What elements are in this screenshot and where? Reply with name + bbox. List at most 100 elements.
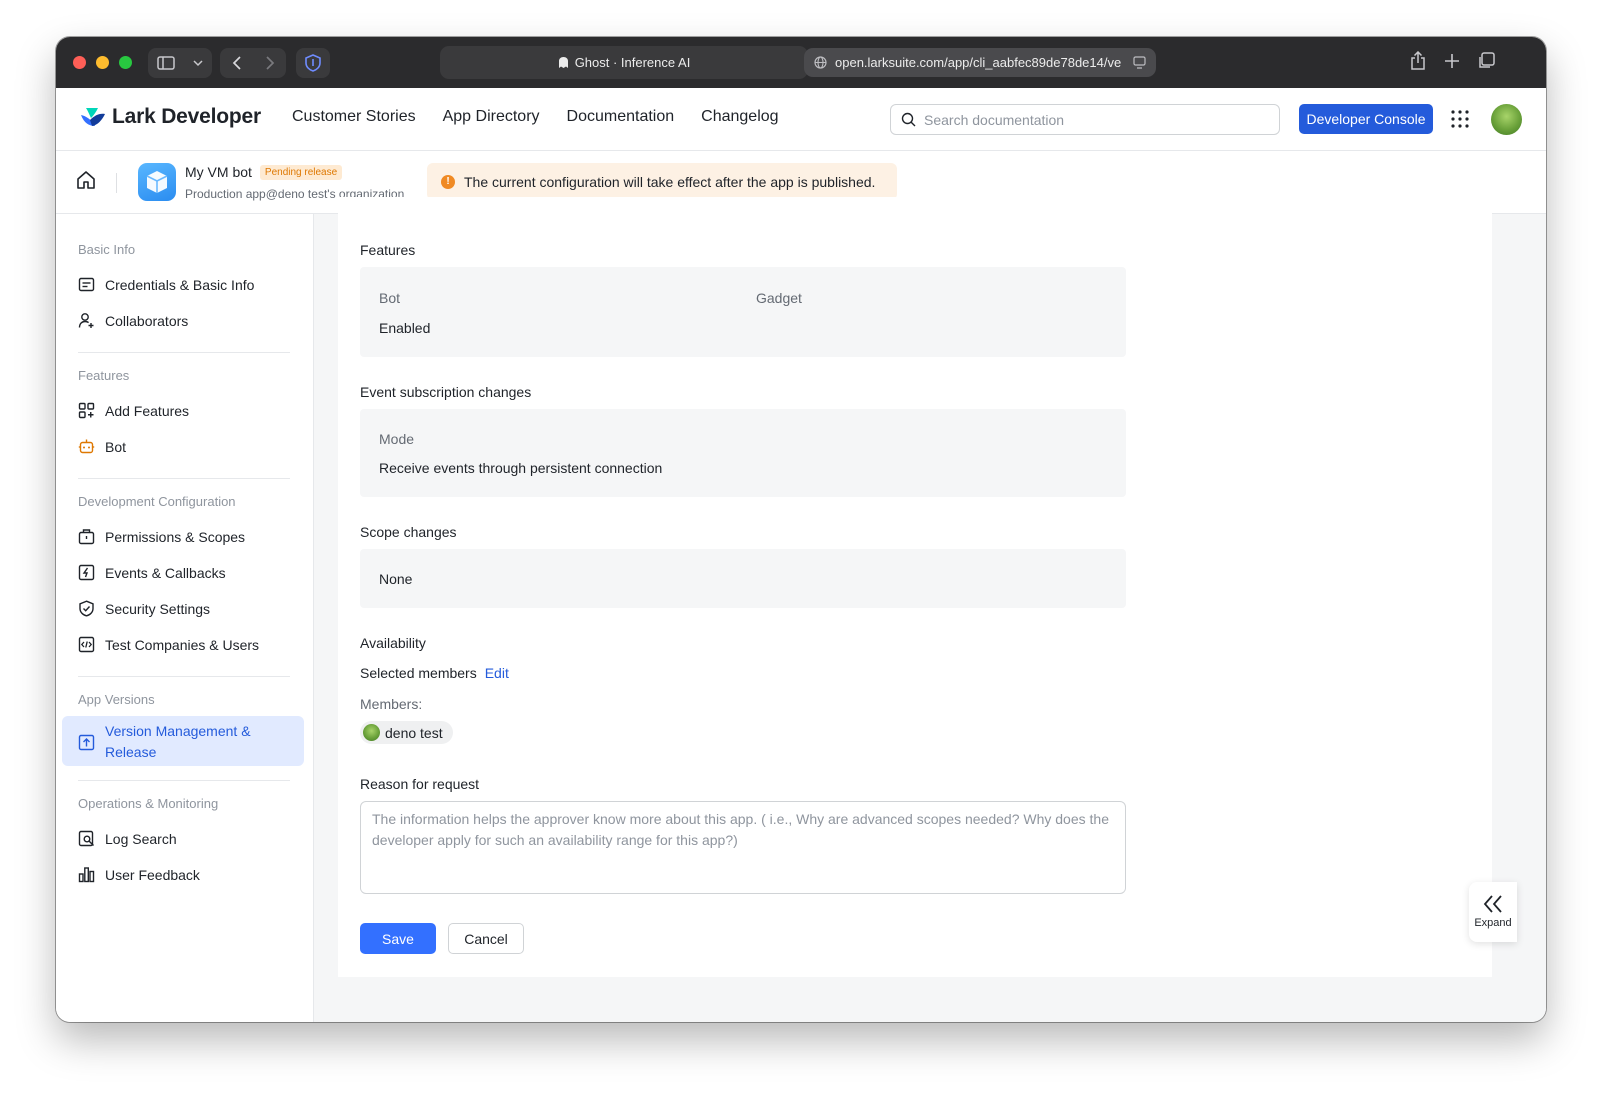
sidebar-item-test-companies[interactable]: Test Companies & Users	[78, 636, 259, 653]
sidebar-icon	[157, 56, 175, 70]
sidebar-item-label: Events & Callbacks	[105, 564, 226, 581]
sidebar-toggle-group[interactable]	[148, 48, 212, 78]
forward-icon[interactable]	[265, 56, 275, 70]
edit-availability-link[interactable]: Edit	[485, 665, 509, 681]
mode-label: Mode	[379, 431, 415, 447]
app-name-row: My VM bot Pending release	[185, 164, 343, 180]
double-chevron-left-icon	[1483, 895, 1502, 913]
sidebar-item-events[interactable]: Events & Callbacks	[78, 564, 226, 581]
sidebar-section-operations: Operations & Monitoring	[78, 796, 219, 811]
event-subscription-title: Event subscription changes	[360, 384, 532, 400]
zoom-window-button[interactable]	[119, 56, 132, 69]
member-name: deno test	[385, 724, 443, 741]
availability-title: Availability	[360, 635, 426, 651]
status-badge: Pending release	[259, 164, 343, 180]
scope-changes-value: None	[379, 571, 413, 587]
shield-icon	[305, 54, 321, 72]
sidebar-item-label: User Feedback	[105, 866, 200, 883]
sidebar-divider	[78, 676, 290, 677]
minimize-window-button[interactable]	[96, 56, 109, 69]
address-bar[interactable]: open.larksuite.com/app/cli_aabfec89de78d…	[804, 48, 1156, 77]
scope-changes-title: Scope changes	[360, 524, 457, 540]
sidebar-item-user-feedback[interactable]: User Feedback	[78, 866, 200, 883]
nav-changelog[interactable]: Changelog	[701, 108, 778, 126]
sidebar-item-label: Security Settings	[105, 600, 211, 617]
sidebar-item-version-management[interactable]: Version Management & Release	[78, 721, 265, 763]
shield-extension-button[interactable]	[296, 48, 330, 78]
reason-title: Reason for request	[360, 776, 480, 792]
sidebar-section-features: Features	[78, 368, 130, 383]
sidebar: Basic Info Credentials & Basic Info Coll…	[56, 214, 314, 1022]
tab-overview-icon[interactable]	[1477, 52, 1495, 70]
lark-developer-logo[interactable]: Lark Developer	[80, 105, 261, 129]
history-nav-group	[220, 48, 286, 78]
app-name: My VM bot	[185, 164, 252, 180]
sidebar-item-label: Version Management & Release	[105, 723, 251, 760]
sidebar-item-add-features[interactable]: Add Features	[78, 402, 189, 419]
reason-textarea[interactable]: The information helps the approver know …	[360, 801, 1126, 894]
search-documentation-input[interactable]: Search documentation	[890, 104, 1280, 135]
sidebar-item-credentials[interactable]: Credentials & Basic Info	[78, 276, 254, 293]
sidebar-item-permissions[interactable]: Permissions & Scopes	[78, 528, 245, 545]
event-subscription-panel: Mode Receive events through persistent c…	[360, 409, 1126, 497]
gadget-label: Gadget	[756, 290, 802, 306]
sidebar-item-security[interactable]: Security Settings	[78, 600, 210, 617]
id-card-icon	[78, 277, 95, 292]
apps-grid-icon[interactable]	[1451, 110, 1469, 128]
upload-box-icon	[78, 734, 95, 750]
log-search-icon	[78, 830, 94, 847]
sidebar-item-label: Credentials & Basic Info	[105, 276, 255, 293]
sidebar-item-log-search[interactable]: Log Search	[78, 830, 177, 847]
sidebar-divider	[78, 352, 290, 353]
sidebar-item-label: Bot	[105, 438, 127, 455]
new-tab-icon[interactable]	[1444, 53, 1460, 69]
save-button[interactable]: Save	[360, 923, 436, 954]
close-window-button[interactable]	[73, 56, 86, 69]
features-title: Features	[360, 242, 416, 258]
code-icon	[78, 636, 95, 653]
bot-icon	[78, 439, 95, 454]
nav-app-directory[interactable]: App Directory	[443, 108, 540, 126]
shield-check-icon	[79, 600, 94, 617]
user-add-icon	[78, 313, 94, 328]
mode-value: Receive events through persistent connec…	[379, 460, 663, 476]
expand-panel-button[interactable]: Expand	[1469, 882, 1517, 942]
share-icon[interactable]	[1410, 51, 1426, 71]
chevron-down-icon	[193, 60, 203, 67]
ghost-icon	[558, 57, 568, 68]
expand-label: Expand	[1474, 917, 1512, 929]
availability-row: Selected members Edit	[360, 665, 509, 681]
browser-titlebar: Ghost · Inference AI open.larksuite.com/…	[56, 37, 1546, 88]
selected-members-text: Selected members	[360, 665, 477, 681]
sidebar-item-label: Add Features	[105, 402, 190, 419]
nav-customer-stories[interactable]: Customer Stories	[292, 108, 416, 126]
tab-title: Ghost · Inference AI	[574, 55, 691, 70]
developer-console-button[interactable]: Developer Console	[1299, 104, 1433, 134]
globe-icon	[814, 56, 827, 69]
sidebar-divider	[78, 478, 290, 479]
back-icon[interactable]	[232, 56, 242, 70]
briefcase-icon	[78, 529, 95, 545]
logo-text: Lark Developer	[112, 105, 261, 128]
add-features-icon	[78, 402, 95, 419]
member-avatar	[363, 724, 380, 741]
main-nav-links: Customer Stories App Directory Documenta…	[292, 108, 779, 126]
active-tab[interactable]: Ghost · Inference AI	[440, 46, 808, 79]
home-icon[interactable]	[76, 170, 96, 190]
scope-changes-panel: None	[360, 549, 1126, 608]
sidebar-item-collaborators[interactable]: Collaborators	[78, 312, 188, 329]
sidebar-item-bot[interactable]: Bot	[78, 438, 126, 455]
members-label: Members:	[360, 696, 423, 712]
sidebar-divider	[78, 780, 290, 781]
sidebar-item-label: Log Search	[105, 830, 177, 847]
app-icon	[138, 163, 176, 201]
cancel-button[interactable]: Cancel	[448, 923, 524, 954]
reader-icon[interactable]	[1133, 56, 1146, 69]
user-avatar[interactable]	[1491, 104, 1522, 135]
header-divider	[116, 173, 117, 193]
nav-documentation[interactable]: Documentation	[567, 108, 675, 126]
sidebar-section-app-versions: App Versions	[78, 692, 155, 707]
cube-icon	[146, 171, 168, 193]
sidebar-section-basic-info: Basic Info	[78, 242, 136, 257]
sidebar-item-label: Test Companies & Users	[105, 636, 260, 653]
